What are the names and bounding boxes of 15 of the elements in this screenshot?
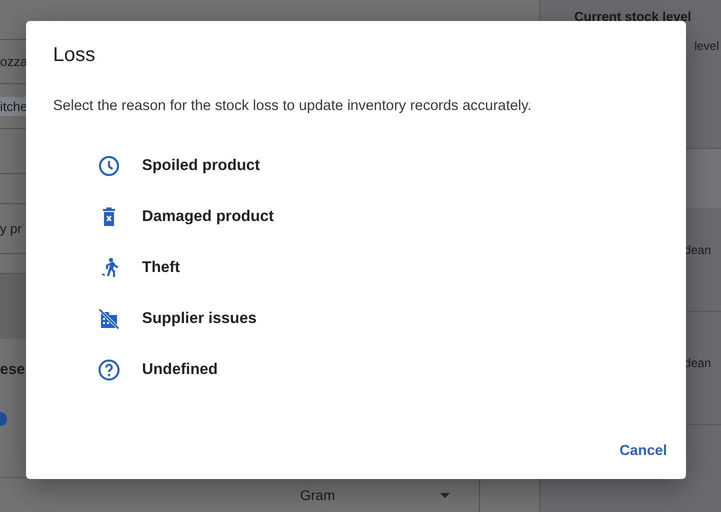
tag-chip: itche	[0, 96, 28, 116]
table-cell: y pr	[0, 221, 22, 236]
table-cell: ozza	[0, 54, 28, 69]
caret-icon	[440, 492, 450, 498]
dialog-title: Loss	[53, 43, 96, 68]
dialog-message: Select the reason for the stock loss to update inventory records accurately.	[53, 98, 532, 114]
cancel-button[interactable]: Cancel	[619, 437, 667, 465]
reason-option[interactable]: Theft	[142, 258, 180, 276]
panel-subtitle: level	[694, 39, 719, 53]
section-title: ese	[0, 360, 26, 378]
reason-option[interactable]: Undefined	[142, 360, 218, 378]
reason-option[interactable]: Spoiled product	[142, 156, 260, 174]
reason-option[interactable]: Supplier issues	[142, 310, 257, 328]
panel-title: Current stock level	[573, 8, 692, 26]
reason-option[interactable]: Damaged product	[142, 208, 274, 226]
